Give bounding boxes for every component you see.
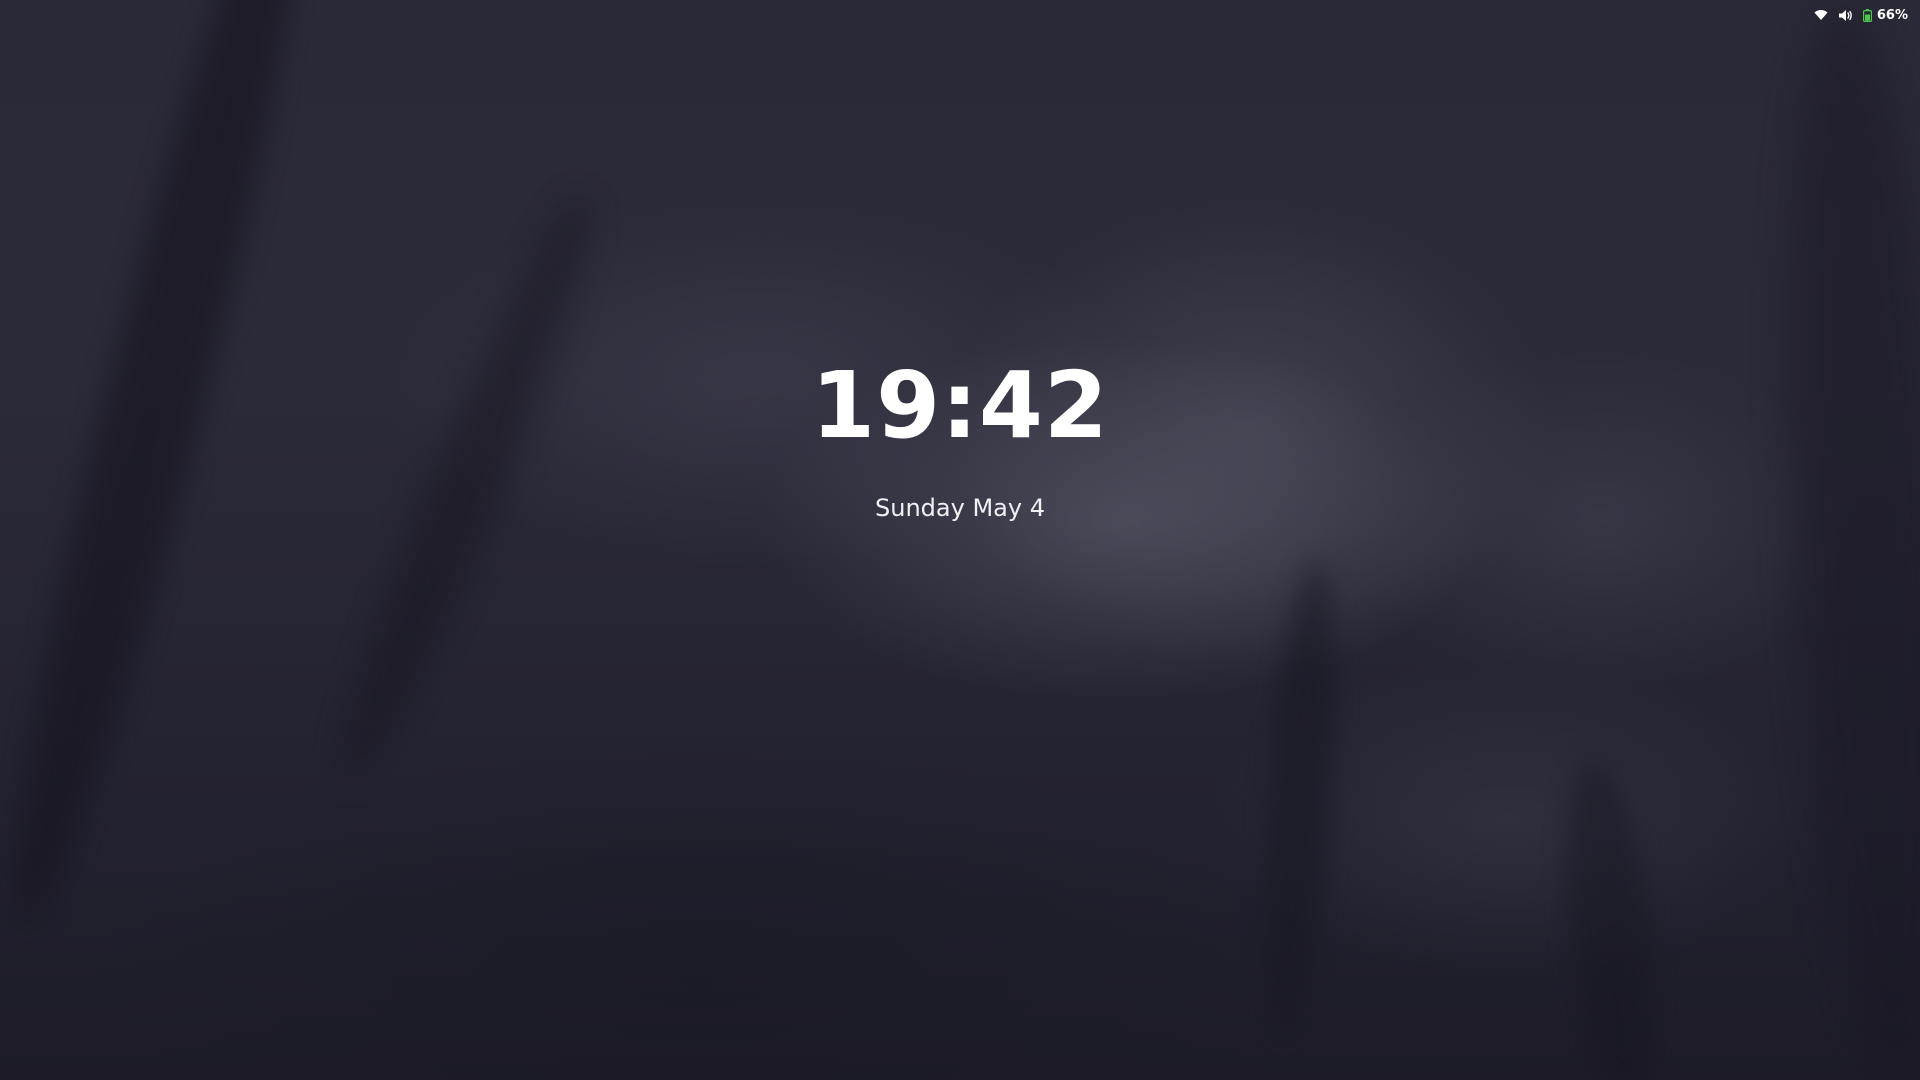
battery-icon (1862, 8, 1872, 22)
wallpaper-tree-trunk-bottom-right (1552, 756, 1668, 1080)
wallpaper-tree-trunk-right (1253, 558, 1347, 1042)
lock-screen-date: Sunday May 4 (875, 494, 1045, 522)
status-bar: 66% (1814, 6, 1908, 24)
wallpaper-tree-trunk-left (0, 0, 337, 936)
wallpaper-background (0, 0, 1920, 1080)
wallpaper-tree-trunk-edge (1766, 0, 1920, 1080)
battery-percentage: 66% (1876, 7, 1908, 23)
volume-icon[interactable] (1838, 9, 1853, 22)
wallpaper-tree-trunk-center (312, 180, 618, 800)
battery-indicator[interactable]: 66% (1862, 7, 1908, 23)
lock-screen-clock: 19:42 (811, 352, 1109, 459)
wifi-icon[interactable] (1814, 9, 1828, 21)
